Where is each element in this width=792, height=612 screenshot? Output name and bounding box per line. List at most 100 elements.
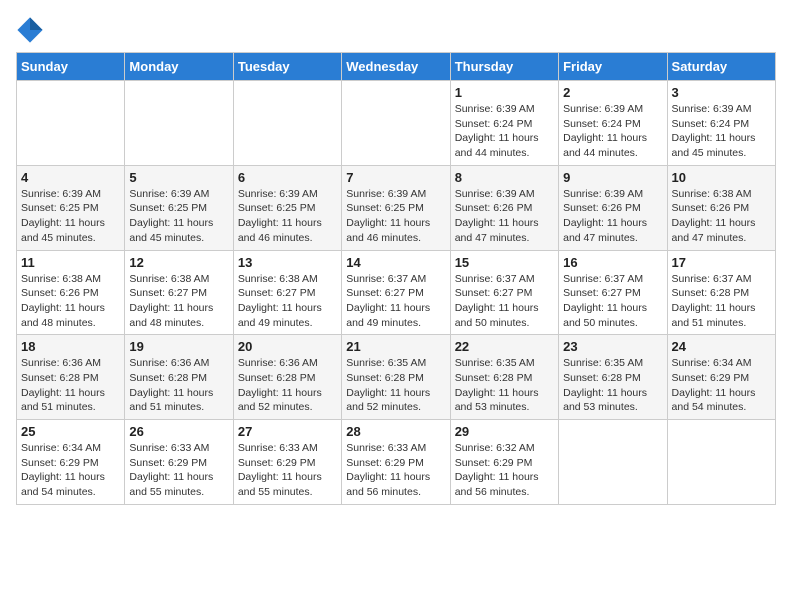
day-number: 13 [238, 255, 337, 270]
calendar-cell: 19 Sunrise: 6:36 AM Sunset: 6:28 PM Dayli… [125, 335, 233, 420]
day-number: 15 [455, 255, 554, 270]
day-info: Sunrise: 6:33 AM Sunset: 6:29 PM Dayligh… [129, 441, 228, 500]
day-number: 11 [21, 255, 120, 270]
weekday-header-sunday: Sunday [17, 53, 125, 81]
day-info: Sunrise: 6:36 AM Sunset: 6:28 PM Dayligh… [21, 356, 120, 415]
calendar-cell [342, 81, 450, 166]
calendar-cell: 4Sunrise: 6:39 AM Sunset: 6:25 PM Daylig… [17, 165, 125, 250]
weekday-header-wednesday: Wednesday [342, 53, 450, 81]
calendar-cell: 24 Sunrise: 6:34 AM Sunset: 6:29 PM Dayli… [667, 335, 775, 420]
page-header [16, 16, 776, 44]
day-info: Sunrise: 6:38 AM Sunset: 6:27 PM Dayligh… [129, 272, 228, 331]
week-row-2: 4 Sunrise: 6:39 AM Sunset: 6:25 PM Daylig… [17, 165, 776, 250]
day-info: Sunrise: 6:39 AM Sunset: 6:24 PM Dayligh… [672, 102, 771, 161]
calendar-cell: 18Sunrise: 6:36 AM Sunset: 6:28 PM Dayli… [17, 335, 125, 420]
calendar-cell: 14 Sunrise: 6:37 AM Sunset: 6:27 PM Dayli… [342, 250, 450, 335]
calendar-cell [667, 420, 775, 505]
day-number: 9 [563, 170, 662, 185]
day-info: Sunrise: 6:37 AM Sunset: 6:27 PM Dayligh… [455, 272, 554, 331]
calendar-cell [125, 81, 233, 166]
weekday-header-row: SundayMondayTuesdayWednesdayThursdayFrid… [17, 53, 776, 81]
calendar-cell: 9Sunrise: 6:39 AM Sunset: 6:26 PM Daylig… [559, 165, 667, 250]
day-number: 25 [21, 424, 120, 439]
calendar-cell: 3 Sunrise: 6:39 AM Sunset: 6:24 PM Daylig… [667, 81, 775, 166]
day-number: 22 [455, 339, 554, 354]
day-number: 16 [563, 255, 662, 270]
calendar-cell: 2Sunrise: 6:39 AM Sunset: 6:24 PM Daylig… [559, 81, 667, 166]
day-number: 4 [21, 170, 120, 185]
day-info: Sunrise: 6:37 AM Sunset: 6:28 PM Dayligh… [672, 272, 771, 331]
day-info: Sunrise: 6:36 AM Sunset: 6:28 PM Dayligh… [129, 356, 228, 415]
day-number: 10 [672, 170, 771, 185]
calendar-cell: 23 Sunrise: 6:35 AM Sunset: 6:28 PM Dayli… [559, 335, 667, 420]
day-number: 17 [672, 255, 771, 270]
day-info: Sunrise: 6:39 AM Sunset: 6:25 PM Dayligh… [129, 187, 228, 246]
calendar-cell: 17 Sunrise: 6:37 AM Sunset: 6:28 PM Dayli… [667, 250, 775, 335]
day-number: 8 [455, 170, 554, 185]
day-info: Sunrise: 6:35 AM Sunset: 6:28 PM Dayligh… [455, 356, 554, 415]
calendar-cell: 16 Sunrise: 6:37 AM Sunset: 6:27 PM Dayli… [559, 250, 667, 335]
calendar-table: SundayMondayTuesdayWednesdayThursdayFrid… [16, 52, 776, 505]
weekday-header-monday: Monday [125, 53, 233, 81]
day-info: Sunrise: 6:37 AM Sunset: 6:27 PM Dayligh… [563, 272, 662, 331]
weekday-header-friday: Friday [559, 53, 667, 81]
week-row-4: 18Sunrise: 6:36 AM Sunset: 6:28 PM Dayli… [17, 335, 776, 420]
week-row-5: 25 Sunrise: 6:34 AM Sunset: 6:29 PM Dayli… [17, 420, 776, 505]
day-number: 27 [238, 424, 337, 439]
calendar-cell: 27 Sunrise: 6:33 AM Sunset: 6:29 PM Dayli… [233, 420, 341, 505]
weekday-header-saturday: Saturday [667, 53, 775, 81]
calendar-cell: 22 Sunrise: 6:35 AM Sunset: 6:28 PM Dayli… [450, 335, 558, 420]
day-number: 1 [455, 85, 554, 100]
week-row-3: 11 Sunrise: 6:38 AM Sunset: 6:26 PM Dayli… [17, 250, 776, 335]
calendar-cell: 6Sunrise: 6:39 AM Sunset: 6:25 PM Daylig… [233, 165, 341, 250]
day-info: Sunrise: 6:38 AM Sunset: 6:27 PM Dayligh… [238, 272, 337, 331]
calendar-cell: 7 Sunrise: 6:39 AM Sunset: 6:25 PM Daylig… [342, 165, 450, 250]
calendar-cell: 26 Sunrise: 6:33 AM Sunset: 6:29 PM Dayli… [125, 420, 233, 505]
day-info: Sunrise: 6:39 AM Sunset: 6:25 PM Dayligh… [346, 187, 445, 246]
calendar-cell: 10 Sunrise: 6:38 AM Sunset: 6:26 PM Dayli… [667, 165, 775, 250]
day-number: 24 [672, 339, 771, 354]
calendar-cell [559, 420, 667, 505]
day-info: Sunrise: 6:33 AM Sunset: 6:29 PM Dayligh… [238, 441, 337, 500]
calendar-cell: 25 Sunrise: 6:34 AM Sunset: 6:29 PM Dayli… [17, 420, 125, 505]
logo [16, 16, 48, 44]
day-info: Sunrise: 6:34 AM Sunset: 6:29 PM Dayligh… [21, 441, 120, 500]
day-info: Sunrise: 6:32 AM Sunset: 6:29 PM Dayligh… [455, 441, 554, 500]
calendar-cell: 1Sunrise: 6:39 AM Sunset: 6:24 PM Daylig… [450, 81, 558, 166]
day-info: Sunrise: 6:36 AM Sunset: 6:28 PM Dayligh… [238, 356, 337, 415]
day-number: 19 [129, 339, 228, 354]
day-info: Sunrise: 6:35 AM Sunset: 6:28 PM Dayligh… [563, 356, 662, 415]
calendar-cell [17, 81, 125, 166]
calendar-cell: 11 Sunrise: 6:38 AM Sunset: 6:26 PM Dayli… [17, 250, 125, 335]
day-number: 12 [129, 255, 228, 270]
day-info: Sunrise: 6:38 AM Sunset: 6:26 PM Dayligh… [672, 187, 771, 246]
day-info: Sunrise: 6:39 AM Sunset: 6:26 PM Dayligh… [455, 187, 554, 246]
day-info: Sunrise: 6:35 AM Sunset: 6:28 PM Dayligh… [346, 356, 445, 415]
calendar-cell: 20 Sunrise: 6:36 AM Sunset: 6:28 PM Dayli… [233, 335, 341, 420]
weekday-header-thursday: Thursday [450, 53, 558, 81]
calendar-cell: 21 Sunrise: 6:35 AM Sunset: 6:28 PM Dayli… [342, 335, 450, 420]
day-number: 20 [238, 339, 337, 354]
day-number: 23 [563, 339, 662, 354]
day-number: 5 [129, 170, 228, 185]
day-info: Sunrise: 6:37 AM Sunset: 6:27 PM Dayligh… [346, 272, 445, 331]
day-info: Sunrise: 6:38 AM Sunset: 6:26 PM Dayligh… [21, 272, 120, 331]
day-number: 6 [238, 170, 337, 185]
day-number: 3 [672, 85, 771, 100]
day-info: Sunrise: 6:33 AM Sunset: 6:29 PM Dayligh… [346, 441, 445, 500]
day-number: 14 [346, 255, 445, 270]
day-number: 21 [346, 339, 445, 354]
calendar-cell: 5 Sunrise: 6:39 AM Sunset: 6:25 PM Daylig… [125, 165, 233, 250]
day-number: 2 [563, 85, 662, 100]
calendar-cell: 13 Sunrise: 6:38 AM Sunset: 6:27 PM Dayli… [233, 250, 341, 335]
calendar-cell: 8 Sunrise: 6:39 AM Sunset: 6:26 PM Daylig… [450, 165, 558, 250]
day-number: 7 [346, 170, 445, 185]
calendar-cell: 28 Sunrise: 6:33 AM Sunset: 6:29 PM Dayli… [342, 420, 450, 505]
day-number: 28 [346, 424, 445, 439]
day-info: Sunrise: 6:34 AM Sunset: 6:29 PM Dayligh… [672, 356, 771, 415]
calendar-cell: 15 Sunrise: 6:37 AM Sunset: 6:27 PM Dayli… [450, 250, 558, 335]
calendar-cell: 29Sunrise: 6:32 AM Sunset: 6:29 PM Dayli… [450, 420, 558, 505]
weekday-header-tuesday: Tuesday [233, 53, 341, 81]
day-number: 26 [129, 424, 228, 439]
logo-icon [16, 16, 44, 44]
